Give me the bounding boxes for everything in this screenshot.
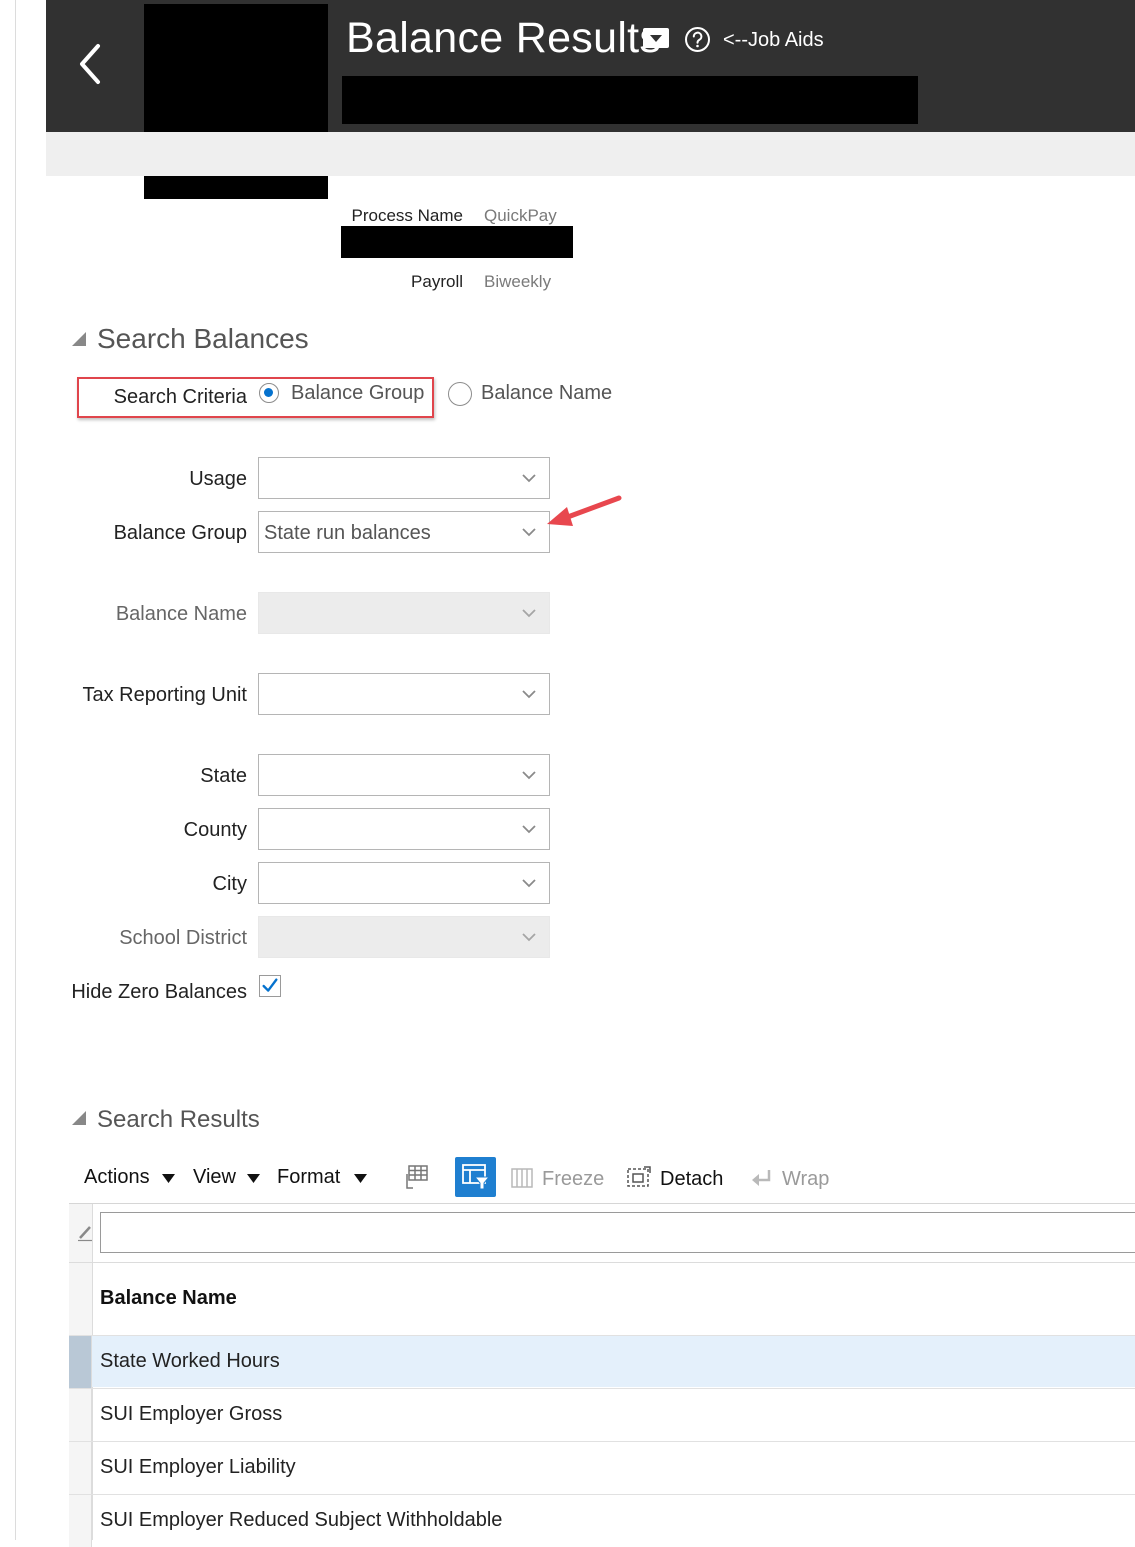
state-label: State xyxy=(200,765,247,787)
chevron-down-icon xyxy=(522,825,536,834)
tax-reporting-unit-select[interactable] xyxy=(258,673,550,715)
balance-name-cell: SUI Employer Reduced Subject Withholdabl… xyxy=(100,1509,503,1531)
wrap-icon xyxy=(752,1170,771,1186)
balance-name-radio-label[interactable]: Balance Name xyxy=(481,382,612,405)
payroll-label: Payroll xyxy=(411,272,463,291)
job-aids-link[interactable]: <--Job Aids xyxy=(723,29,824,52)
redacted-subtitle xyxy=(342,76,918,124)
balance-name-radio[interactable] xyxy=(448,382,472,406)
state-select[interactable] xyxy=(258,754,550,796)
back-chevron-icon[interactable] xyxy=(72,40,108,88)
balance-group-value: State run balances xyxy=(264,522,431,544)
page-title: Balance Results xyxy=(346,14,662,62)
caret-down-icon[interactable] xyxy=(354,1174,367,1183)
balance-name-cell: State Worked Hours xyxy=(100,1350,280,1372)
chevron-down-icon xyxy=(522,771,536,780)
detach-button[interactable]: Detach xyxy=(660,1168,723,1191)
process-name-label: Process Name xyxy=(351,206,463,225)
balance-name-cell: SUI Employer Liability xyxy=(100,1456,296,1478)
actions-menu[interactable]: Actions xyxy=(84,1166,150,1189)
balance-name-column-header[interactable]: Balance Name xyxy=(100,1287,237,1310)
balance-group-radio-label[interactable]: Balance Group xyxy=(291,382,424,405)
hide-zero-balances-checkbox[interactable] xyxy=(259,975,281,997)
header-subbar xyxy=(46,132,1135,176)
collapse-triangle-icon[interactable] xyxy=(69,1109,87,1127)
table-row[interactable]: SUI Employer Gross xyxy=(69,1388,1135,1441)
caret-down-icon[interactable] xyxy=(247,1174,260,1183)
freeze-button: Freeze xyxy=(542,1168,605,1190)
row-selection-marker xyxy=(69,1389,92,1441)
search-criteria-label: Search Criteria xyxy=(113,386,247,408)
school-district-label: School District xyxy=(119,927,247,949)
row-selection-marker xyxy=(69,1495,92,1547)
usage-label: Usage xyxy=(189,468,247,490)
balance-name-select xyxy=(258,592,550,634)
balance-name-label: Balance Name xyxy=(115,603,247,625)
usage-select[interactable] xyxy=(258,457,550,499)
chevron-down-icon xyxy=(522,474,536,483)
chevron-down-icon xyxy=(522,933,536,942)
county-select[interactable] xyxy=(258,808,550,850)
column-header-border xyxy=(69,1262,1135,1263)
search-balances-heading: Search Balances xyxy=(97,323,309,354)
table-row[interactable]: SUI Employer Reduced Subject Withholdabl… xyxy=(69,1494,1135,1547)
payroll-value: Biweekly xyxy=(484,272,552,291)
freeze-icon xyxy=(511,1168,533,1188)
format-menu[interactable]: Format xyxy=(277,1166,340,1189)
message-icon[interactable] xyxy=(642,27,670,49)
row-selection-marker xyxy=(69,1442,92,1494)
search-results-heading: Search Results xyxy=(97,1106,260,1133)
school-district-select xyxy=(258,916,550,958)
tax-reporting-unit-label: Tax Reporting Unit xyxy=(82,684,247,706)
redacted-person xyxy=(341,226,573,258)
table-top-border xyxy=(69,1203,1135,1204)
city-select[interactable] xyxy=(258,862,550,904)
table-row[interactable]: SUI Employer Liability xyxy=(69,1441,1135,1494)
columns-manage-icon[interactable] xyxy=(403,1164,429,1190)
collapse-triangle-icon[interactable] xyxy=(69,330,87,348)
chevron-down-icon xyxy=(522,528,536,537)
hide-zero-balances-label: Hide Zero Balances xyxy=(71,981,247,1003)
view-menu[interactable]: View xyxy=(193,1166,236,1189)
balance-group-radio[interactable] xyxy=(259,383,279,403)
balance-name-filter-input[interactable] xyxy=(100,1212,1135,1253)
caret-down-icon[interactable] xyxy=(162,1174,175,1183)
chevron-down-icon xyxy=(522,690,536,699)
process-name-value: QuickPay xyxy=(484,206,557,225)
checkmark-icon xyxy=(262,978,278,992)
help-icon[interactable] xyxy=(684,26,711,53)
page-left-border xyxy=(15,0,16,1540)
city-label: City xyxy=(212,873,247,895)
county-label: County xyxy=(183,819,247,841)
chevron-down-icon xyxy=(522,609,536,618)
table-row[interactable]: State Worked Hours xyxy=(69,1335,1135,1388)
detach-icon[interactable] xyxy=(627,1166,651,1188)
query-by-example-button[interactable] xyxy=(455,1157,496,1197)
row-selection-marker xyxy=(69,1336,92,1388)
filter-icon xyxy=(462,1164,491,1190)
wrap-button: Wrap xyxy=(782,1168,830,1190)
balance-name-cell: SUI Employer Gross xyxy=(100,1403,283,1425)
annotation-arrow-icon xyxy=(547,495,622,526)
balance-group-select[interactable]: State run balances xyxy=(258,511,550,553)
clear-filter-icon[interactable] xyxy=(77,1224,93,1242)
chevron-down-icon xyxy=(522,879,536,888)
balance-group-label: Balance Group xyxy=(113,522,247,544)
